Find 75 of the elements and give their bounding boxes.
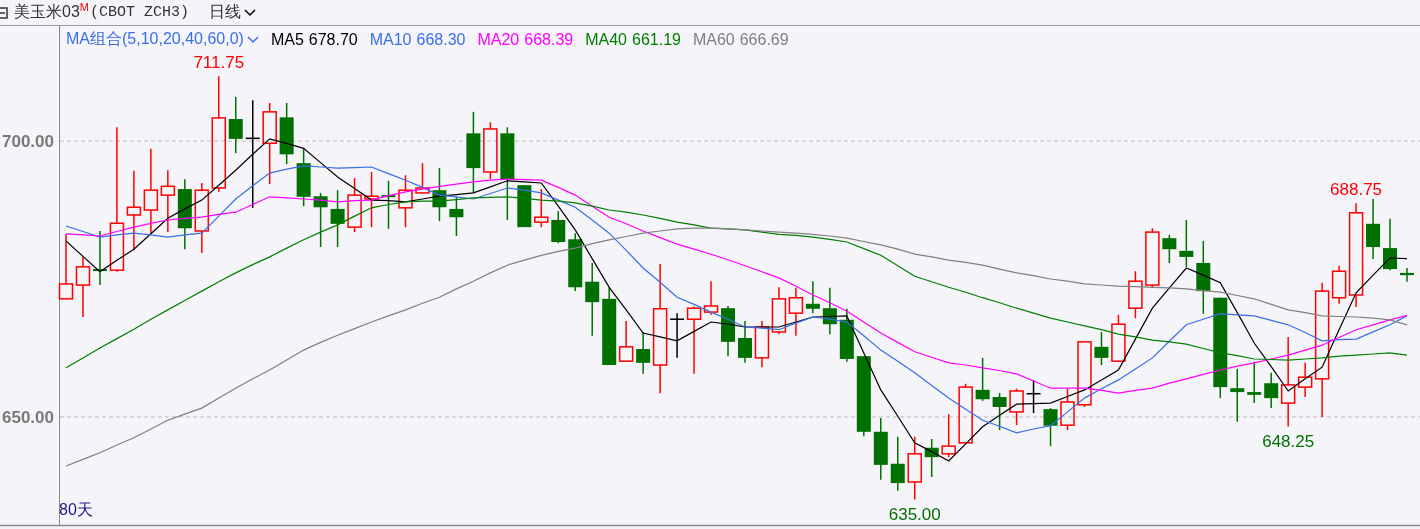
candlestick bbox=[432, 167, 447, 222]
candlestick bbox=[992, 392, 1007, 431]
moving-average-name: MA60 bbox=[692, 30, 735, 49]
moving-average-name: MA10 bbox=[369, 30, 412, 49]
candlestick bbox=[1009, 388, 1024, 426]
moving-average-value: 666.69 bbox=[739, 30, 789, 49]
candlestick bbox=[1247, 360, 1262, 404]
axis-label: 650.00 bbox=[2, 407, 54, 427]
candlestick bbox=[177, 178, 192, 250]
candlestick bbox=[1366, 198, 1381, 260]
candlestick bbox=[75, 256, 91, 318]
moving-average-name: MA40 bbox=[585, 30, 627, 49]
range-label: 80天 bbox=[59, 500, 93, 520]
candlestick bbox=[381, 180, 396, 230]
candlestick bbox=[1094, 331, 1109, 366]
candlestick bbox=[771, 286, 787, 335]
candlestick bbox=[92, 230, 107, 286]
candlestick bbox=[1383, 218, 1398, 271]
candlestick bbox=[330, 189, 345, 248]
candlestick bbox=[415, 162, 430, 194]
moving-average-value: 668.39 bbox=[524, 30, 574, 49]
candlestick bbox=[1128, 270, 1143, 319]
candlestick bbox=[398, 174, 413, 228]
candlestick bbox=[1025, 379, 1042, 414]
candlestick bbox=[1179, 219, 1194, 268]
candlestick bbox=[449, 196, 464, 237]
candlestick bbox=[890, 436, 905, 492]
candlestick bbox=[1043, 407, 1058, 447]
ma-group-dropdown[interactable]: MA组合(5,10,20,40,60,0) bbox=[66, 29, 259, 50]
candlestick bbox=[364, 171, 379, 228]
candlestick bbox=[313, 192, 328, 248]
candlestick bbox=[279, 102, 294, 165]
candlestick bbox=[958, 383, 973, 444]
candlestick bbox=[1077, 341, 1092, 408]
instrument-name: 美玉米03$^{M}$ bbox=[14, 1, 89, 23]
instrument-code: (CBOT ZCH3) bbox=[89, 4, 189, 21]
price-label: 711.75 bbox=[193, 53, 245, 73]
candlestick bbox=[738, 320, 752, 364]
price-label: 688.75 bbox=[1330, 180, 1383, 200]
moving-average-value: 668.30 bbox=[416, 30, 466, 49]
candlestick bbox=[873, 417, 888, 481]
moving-average-name: MA5 bbox=[270, 30, 304, 49]
candlestick bbox=[347, 177, 362, 233]
chevron-icon bbox=[244, 8, 256, 17]
candlestick bbox=[924, 438, 939, 478]
candlestick bbox=[534, 188, 549, 228]
candlestick bbox=[839, 308, 854, 363]
candlestick bbox=[551, 210, 566, 244]
candlestick bbox=[1400, 267, 1414, 283]
axis-label: 700.00 bbox=[2, 132, 54, 152]
candlestick bbox=[1145, 227, 1160, 289]
candlestick bbox=[568, 232, 583, 292]
candlestick bbox=[483, 121, 498, 180]
candlestick bbox=[975, 357, 990, 402]
moving-average-name: MA20 bbox=[477, 30, 520, 49]
moving-average-value: 661.19 bbox=[632, 30, 681, 49]
moving-average-value: 678.70 bbox=[308, 30, 358, 49]
candlestick bbox=[1162, 234, 1177, 264]
bracket-icon bbox=[0, 6, 8, 19]
price-label: 635.00 bbox=[888, 504, 941, 524]
price-label: 648.25 bbox=[1262, 431, 1315, 451]
candlestick bbox=[58, 233, 74, 300]
candlestick bbox=[941, 413, 956, 458]
chevron-icon bbox=[246, 35, 259, 44]
candlestick bbox=[1111, 314, 1126, 363]
candlestick bbox=[754, 320, 770, 368]
candlestick bbox=[160, 169, 176, 233]
candlestick bbox=[1230, 368, 1245, 423]
candlestick bbox=[296, 147, 311, 207]
candlestick bbox=[907, 436, 922, 501]
candlestick bbox=[517, 184, 532, 228]
candlestick bbox=[822, 287, 837, 335]
candlestick bbox=[1060, 388, 1075, 431]
candlestick bbox=[721, 305, 735, 357]
period-dropdown[interactable]: 日线 bbox=[209, 2, 256, 23]
